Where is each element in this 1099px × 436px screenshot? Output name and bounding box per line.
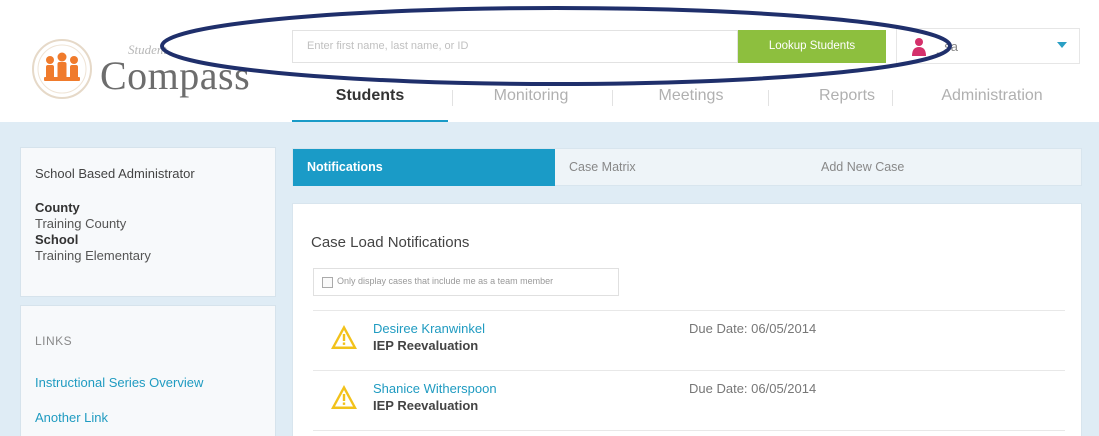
student-name-link[interactable]: Desiree Kranwinkel <box>373 321 485 336</box>
nav-tab-students[interactable]: Students <box>292 82 448 122</box>
logo-name-text: Compass <box>100 53 251 98</box>
team-member-filter[interactable]: Only display cases that include me as a … <box>313 268 619 296</box>
student-name-link[interactable]: Shanice Witherspoon <box>373 381 497 396</box>
row-divider <box>313 310 1065 311</box>
nav-divider <box>452 90 453 106</box>
tab-notifications[interactable]: Notifications <box>293 149 555 186</box>
main-nav: Students Monitoring Meetings Reports Adm… <box>292 82 1082 122</box>
nav-tab-reports[interactable]: Reports <box>772 82 922 122</box>
user-menu[interactable]: _sa <box>896 28 1080 64</box>
tab-add-new-case[interactable]: Add New Case <box>821 149 904 186</box>
checkbox-icon[interactable] <box>322 277 333 288</box>
notification-row[interactable]: Shanice Witherspoon IEP Reevaluation Due… <box>313 372 1065 430</box>
row-divider <box>313 370 1065 371</box>
warning-icon <box>331 385 357 409</box>
nav-tab-meetings[interactable]: Meetings <box>616 82 766 122</box>
county-label: County <box>35 200 80 215</box>
tab-case-matrix[interactable]: Case Matrix <box>569 149 636 186</box>
county-value: Training County <box>35 216 127 231</box>
lookup-students-button[interactable]: Lookup Students <box>738 30 886 63</box>
user-role: School Based Administrator <box>35 166 195 181</box>
notification-row[interactable]: Desiree Kranwinkel IEP Reevaluation Due … <box>313 312 1065 370</box>
header: Student Compass Enter first name, last n… <box>0 0 1099 122</box>
user-icon <box>912 38 926 56</box>
row-divider <box>313 430 1065 431</box>
case-type: IEP Reevaluation <box>373 398 479 413</box>
sidebar-profile-card: School Based Administrator County Traini… <box>20 147 276 297</box>
nav-tab-monitoring[interactable]: Monitoring <box>456 82 606 122</box>
nav-divider <box>768 90 769 106</box>
compass-seal-logo <box>32 39 92 99</box>
school-label: School <box>35 232 79 247</box>
notifications-panel: Case Load Notifications Only display cas… <box>292 203 1082 436</box>
filter-label: Only display cases that include me as a … <box>337 276 554 286</box>
link-another[interactable]: Another Link <box>35 410 108 425</box>
nav-tab-administration[interactable]: Administration <box>902 82 1082 122</box>
nav-divider <box>612 90 613 106</box>
due-date: Due Date: 06/05/2014 <box>689 321 817 336</box>
user-name: _sa <box>937 39 958 54</box>
case-type: IEP Reevaluation <box>373 338 479 353</box>
link-instructional-series[interactable]: Instructional Series Overview <box>35 375 203 390</box>
nav-divider <box>892 90 893 106</box>
sidebar-links-card: LINKS Instructional Series Overview Anot… <box>20 305 276 436</box>
student-search-input[interactable]: Enter first name, last name, or ID <box>292 30 738 63</box>
case-tabs: Notifications Case Matrix Add New Case <box>292 148 1082 186</box>
due-date: Due Date: 06/05/2014 <box>689 381 817 396</box>
panel-title: Case Load Notifications <box>311 234 470 251</box>
warning-icon <box>331 325 357 349</box>
school-value: Training Elementary <box>35 248 151 263</box>
chevron-down-icon[interactable] <box>1057 42 1067 48</box>
app-logo[interactable]: Student Compass <box>30 38 250 100</box>
links-heading: LINKS <box>35 334 73 348</box>
